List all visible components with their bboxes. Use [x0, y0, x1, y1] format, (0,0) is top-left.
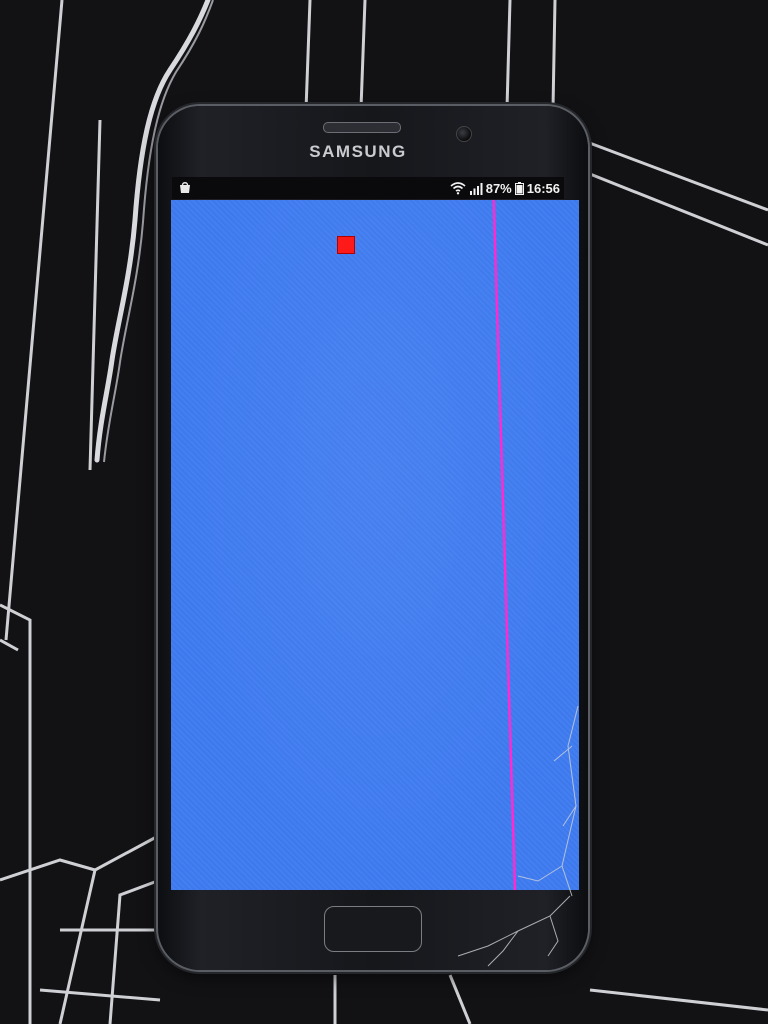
- home-button[interactable]: [324, 906, 422, 952]
- status-icons: 87% 16:56: [450, 180, 560, 196]
- battery-percent: 87%: [485, 180, 512, 196]
- display-screen[interactable]: [171, 200, 579, 890]
- status-bar: 87% 16:56: [172, 177, 564, 199]
- wifi-icon: [450, 181, 466, 195]
- pink-line-defect: [492, 200, 517, 890]
- notification-bag-icon: [178, 180, 192, 194]
- signal-icon: [469, 182, 483, 195]
- battery-icon: [514, 181, 524, 195]
- front-camera: [456, 126, 472, 142]
- clock-time: 16:56: [526, 180, 560, 196]
- phone-device: SAMSUNG 87% 16:56: [158, 106, 588, 970]
- earpiece-speaker: [323, 122, 401, 133]
- red-marker: [337, 236, 355, 254]
- brand-logo: SAMSUNG: [309, 142, 407, 161]
